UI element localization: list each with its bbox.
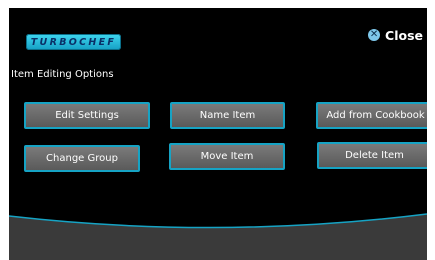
logo-text: TURBOCHEF (30, 36, 117, 48)
move-item-button[interactable]: Move Item (169, 143, 285, 170)
page-title: Item Editing Options (11, 69, 114, 80)
turbochef-logo: TURBOCHEF (26, 34, 121, 50)
delete-item-button[interactable]: Delete Item (317, 142, 427, 169)
close-label: Close (385, 27, 423, 43)
close-circle-icon: ✕ (368, 29, 381, 41)
add-from-cookbook-button[interactable]: Add from Cookbook (316, 102, 427, 129)
name-item-button[interactable]: Name Item (170, 102, 285, 129)
bottom-bar (9, 213, 427, 260)
edit-settings-button[interactable]: Edit Settings (24, 102, 150, 129)
change-group-button[interactable]: Change Group (24, 145, 140, 172)
oven-screen: TURBOCHEF ✕ Close Item Editing Options E… (9, 8, 427, 260)
close-button[interactable]: ✕ Close (368, 27, 423, 43)
